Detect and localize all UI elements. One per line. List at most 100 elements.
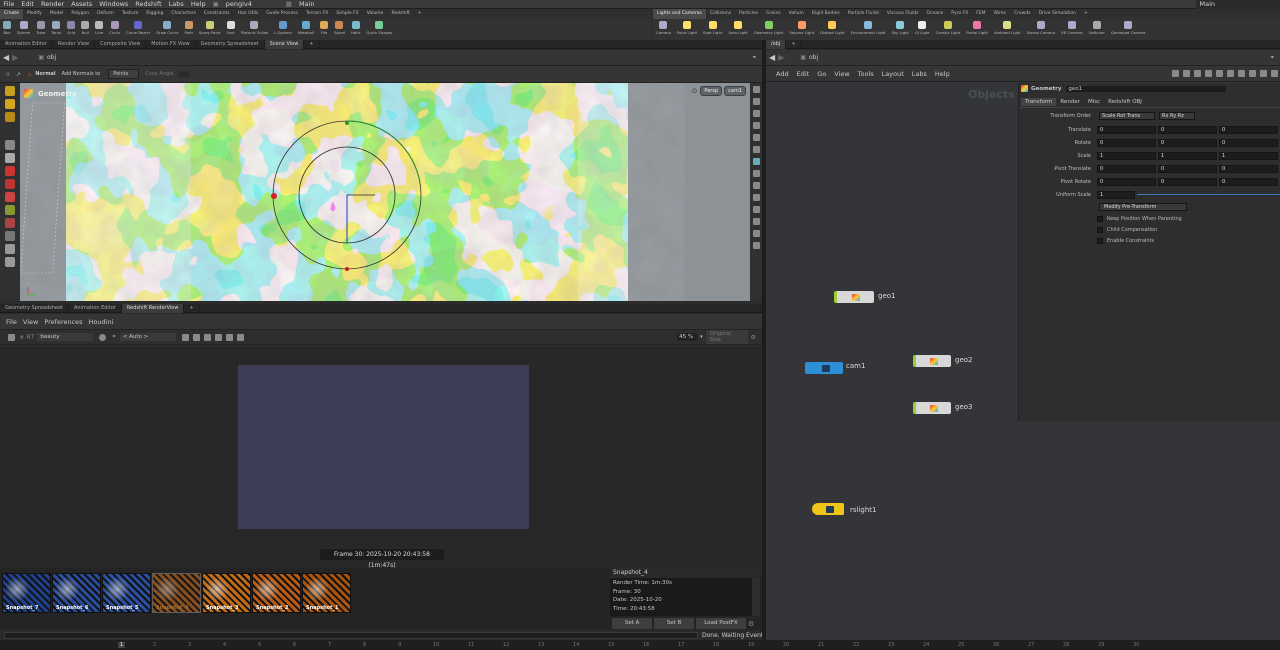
camera-select[interactable]: < Auto > xyxy=(119,333,176,341)
param-tab-misc[interactable]: Misc xyxy=(1084,98,1104,106)
pin-icon[interactable]: ⌖ xyxy=(753,54,756,62)
shelf-tool-quick-shapes[interactable]: Quick Shapes xyxy=(363,19,395,40)
shelf-tab-model[interactable]: Model xyxy=(46,9,68,19)
lut-icon[interactable] xyxy=(192,333,200,341)
snapshot-thumbnail[interactable]: Snapshot_6 xyxy=(52,573,101,613)
tab-redshift-renderview[interactable]: Redshift RenderView xyxy=(121,303,185,313)
points-select[interactable]: Points xyxy=(108,69,140,79)
rotate-z-field[interactable]: 0 xyxy=(1219,139,1278,147)
menu-labs[interactable]: Labs xyxy=(165,0,187,9)
color-icon[interactable] xyxy=(1227,70,1234,77)
rv-menu-view[interactable]: View xyxy=(20,318,41,326)
shelf-tool-curve-bezier[interactable]: Curve Bezier xyxy=(123,19,153,40)
scale-x-field[interactable]: 1 xyxy=(1097,152,1156,160)
shelf-tool-geometry-light[interactable]: Geometry Light xyxy=(751,19,787,40)
translate-y-field[interactable]: 0 xyxy=(1158,126,1217,134)
shelf-tab-rigid-bodies[interactable]: Rigid Bodies xyxy=(808,9,844,19)
translate-x-field[interactable]: 0 xyxy=(1097,126,1156,134)
rotate-order-select[interactable]: Rx Ry Rz xyxy=(1159,112,1195,120)
channel-icon[interactable] xyxy=(181,333,189,341)
histogram-icon[interactable] xyxy=(225,333,233,341)
info-scrollbar[interactable] xyxy=(752,578,760,616)
handle-icon[interactable] xyxy=(5,86,15,96)
tab-geometry-spreadsheet[interactable]: Geometry Spreadsheet xyxy=(196,39,265,49)
shelf-tab-particle-fluids[interactable]: Particle Fluids xyxy=(844,9,883,19)
scale-icon[interactable] xyxy=(5,192,15,202)
scene-viewport[interactable]: Geometry ⊙ Persp cam1 xyxy=(20,83,750,301)
normal-mode[interactable]: Normal xyxy=(35,71,55,77)
layout-icon[interactable] xyxy=(1205,70,1212,77)
shelf-tool-spot-light[interactable]: Spot Light xyxy=(700,19,725,40)
rotate-x-field[interactable]: 0 xyxy=(1097,139,1156,147)
enable-constraints-checkbox[interactable] xyxy=(1097,238,1103,244)
back-icon[interactable]: ◀ xyxy=(0,53,12,62)
snapshot-icon[interactable] xyxy=(99,333,107,341)
shelf-tool-gi-light[interactable]: GI Light xyxy=(912,19,933,40)
rv-menu-file[interactable]: File xyxy=(0,318,20,326)
shelf-tab-volume[interactable]: Volume xyxy=(363,9,388,19)
param-tab-redshift-obj[interactable]: Redshift OBJ xyxy=(1104,98,1146,106)
menu-render[interactable]: Render xyxy=(37,0,67,9)
normals-display-icon[interactable] xyxy=(752,206,760,213)
shelf-tool-distant-light[interactable]: Distant Light xyxy=(817,19,847,40)
settings-gear-icon[interactable]: ⚙ xyxy=(751,334,756,341)
set-a-button[interactable]: Set A xyxy=(612,618,652,629)
menu-file[interactable]: File xyxy=(0,0,18,9)
shelf-tool-null[interactable]: Null xyxy=(78,19,92,40)
uniform-scale-slider[interactable] xyxy=(1137,194,1280,195)
pivot-rotate-z-field[interactable]: 0 xyxy=(1219,178,1278,186)
uv-display-icon[interactable] xyxy=(752,230,760,237)
tab-geometry-spreadsheet[interactable]: Geometry Spreadsheet xyxy=(0,303,70,313)
shelf-tool-draw-curve[interactable]: Draw Curve xyxy=(153,19,181,40)
tab-motion-fx-view[interactable]: Motion FX View xyxy=(146,39,196,49)
display-options-icon[interactable] xyxy=(752,86,760,93)
original-size-button[interactable]: Original Size xyxy=(705,330,748,344)
shelf-tool-l-system[interactable]: L-System xyxy=(271,19,295,40)
snapshot-thumbnail[interactable]: Snapshot_1 xyxy=(302,573,351,613)
shelf-tool-box[interactable]: Box xyxy=(0,19,14,40)
net-menu-tools[interactable]: Tools xyxy=(854,70,878,78)
shelf-tool-stereo-camera[interactable]: Stereo Camera xyxy=(1024,19,1058,40)
tab-animation-editor[interactable]: Animation Editor xyxy=(69,303,122,313)
node-name-field[interactable]: geo1 xyxy=(1066,85,1227,92)
pivot-translate-z-field[interactable]: 0 xyxy=(1219,165,1278,173)
node-rslight1[interactable] xyxy=(812,503,844,515)
shelf-tab-hair-utils[interactable]: Hair Utils xyxy=(234,9,263,19)
net-menu-layout[interactable]: Layout xyxy=(878,70,908,78)
settings-icon[interactable]: ⚙ xyxy=(748,620,754,628)
shelf-tab-polygon[interactable]: Polygon xyxy=(67,9,93,19)
grid-icon[interactable] xyxy=(1183,70,1190,77)
param-tab-transform[interactable]: Transform xyxy=(1021,97,1057,106)
uniform-scale-field[interactable]: 1 xyxy=(1097,191,1135,199)
shelf-tool-tube[interactable]: Tube xyxy=(33,19,48,40)
net-forward-icon[interactable]: ▶ xyxy=(778,53,784,62)
shelf-tab-simple-fx[interactable]: Simple FX xyxy=(332,9,362,19)
shelf-tool-gamepad-camera[interactable]: Gamepad Camera xyxy=(1108,19,1149,40)
camera-icon[interactable] xyxy=(752,170,760,177)
shelf-tool-circle[interactable]: Circle xyxy=(106,19,123,40)
shelf-tool-file[interactable]: File xyxy=(317,19,331,40)
shelf-tool-ambient-light[interactable]: Ambient Light xyxy=(991,19,1024,40)
snap-icon[interactable] xyxy=(1194,70,1201,77)
shelf-tool-platonic-solids[interactable]: Platonic Solids xyxy=(238,19,271,40)
shelf-tab-redshift[interactable]: Redshift xyxy=(387,9,413,19)
menu-redshift[interactable]: Redshift xyxy=(132,0,165,9)
net-menu-add[interactable]: Add xyxy=(772,70,793,78)
net-back-icon[interactable]: ◀ xyxy=(766,53,778,62)
zoom-field[interactable]: 45 % xyxy=(677,333,698,341)
tree-icon[interactable] xyxy=(1271,70,1278,77)
shelf-tool-grid[interactable]: Grid xyxy=(64,19,78,40)
file-name[interactable]: pengiv4 xyxy=(222,0,282,9)
node-geo3[interactable] xyxy=(913,402,951,414)
compare-icon[interactable] xyxy=(236,333,244,341)
rt-toggle[interactable]: RT xyxy=(27,334,35,341)
gamma-icon[interactable] xyxy=(214,333,222,341)
shape-icon[interactable] xyxy=(1238,70,1245,77)
points-display-icon[interactable] xyxy=(752,194,760,201)
shelf-tool-font[interactable]: Font xyxy=(223,19,237,40)
net-menu-go[interactable]: Go xyxy=(813,70,830,78)
shelf-tab-create[interactable]: Create xyxy=(0,9,23,19)
forward-icon[interactable]: ▶ xyxy=(12,53,18,62)
pivot-rotate-y-field[interactable]: 0 xyxy=(1158,178,1217,186)
menu-edit[interactable]: Edit xyxy=(18,0,38,9)
